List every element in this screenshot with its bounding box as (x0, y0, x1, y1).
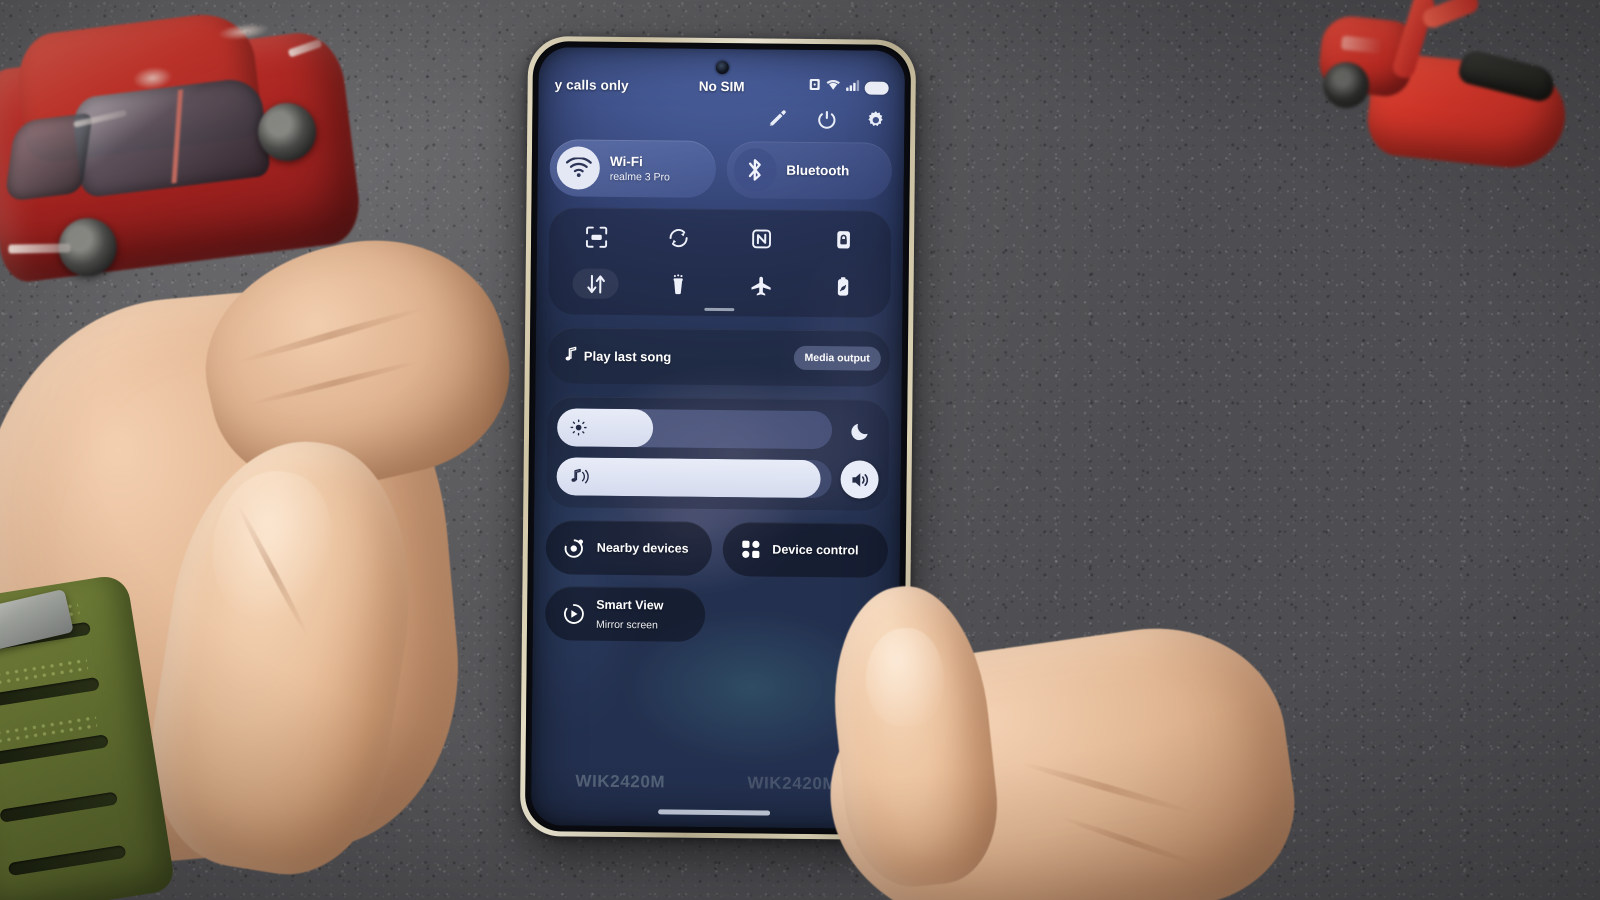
volume-slider[interactable] (556, 457, 832, 499)
nearby-devices-tile[interactable]: Nearby devices (545, 520, 712, 576)
nearby-share-icon (563, 536, 586, 559)
music-note-icon (565, 346, 577, 364)
volume-music-icon (569, 467, 591, 485)
flashlight-icon (673, 273, 684, 294)
smart-view-tile[interactable]: Smart View Mirror screen (544, 586, 706, 642)
grid-dots-icon (739, 538, 761, 560)
auto-rotate-toggle[interactable] (821, 224, 867, 254)
front-camera-icon (715, 60, 729, 75)
media-player-row[interactable]: Play last song Media output (547, 327, 891, 387)
pencil-icon (769, 110, 786, 127)
device-control-title: Device control (772, 542, 859, 558)
quick-settings-header-actions (766, 107, 886, 130)
sliders-panel (546, 396, 890, 511)
flashlight-toggle[interactable] (655, 269, 701, 299)
wifi-tile[interactable]: Wi-Fi realme 3 Pro (549, 139, 716, 198)
photo-scene: y calls only No SIM Wi-Fi realme 3 Pro B… (0, 0, 1600, 900)
media-title: Play last song (583, 348, 672, 365)
device-control-tile[interactable]: Device control (722, 522, 889, 578)
power-button[interactable] (815, 108, 837, 130)
brightness-slider-row (556, 408, 879, 450)
toggle-grid-panel (548, 207, 892, 318)
power-saving-toggle[interactable] (820, 271, 866, 301)
wifi-icon (826, 78, 841, 96)
battery-leaf-icon (838, 276, 849, 296)
volume-slider-row (556, 457, 879, 499)
signal-bars-icon (846, 78, 860, 96)
power-icon (817, 110, 835, 129)
toy-scooter (1271, 0, 1600, 191)
mobile-data-toggle[interactable] (572, 268, 620, 299)
airplane-mode-toggle[interactable] (738, 270, 784, 300)
nfc-toggle[interactable] (738, 223, 784, 253)
brightness-icon (570, 419, 587, 436)
toggle-grid (554, 221, 885, 301)
sync-icon (669, 228, 688, 247)
battery-icon (864, 81, 889, 95)
airplane-icon (751, 276, 771, 296)
media-output-button[interactable]: Media output (793, 345, 881, 371)
edit-button[interactable] (766, 107, 788, 129)
lock-rotation-icon (837, 230, 851, 248)
speaker-icon (851, 472, 868, 487)
nearby-devices-title: Nearby devices (596, 541, 689, 557)
dark-mode-button[interactable] (841, 411, 879, 449)
brightness-slider[interactable] (556, 408, 833, 450)
gear-icon (867, 110, 883, 126)
settings-button[interactable] (864, 109, 886, 131)
alarm-icon (809, 78, 821, 96)
bottom-tiles-row: Nearby devices Device control (545, 520, 889, 578)
smart-view-icon (562, 602, 585, 625)
scan-qr-toggle[interactable] (573, 221, 619, 251)
sound-mode-button[interactable] (840, 460, 879, 499)
wifi-icon (556, 146, 601, 190)
status-sim-text: No SIM (698, 78, 745, 94)
smart-view-title: Smart View (596, 597, 664, 613)
status-icons (769, 78, 889, 97)
qr-scan-icon (585, 226, 607, 248)
wifi-tile-subtitle: realme 3 Pro (609, 170, 670, 184)
panel-drag-handle[interactable] (704, 307, 735, 312)
moon-icon (850, 423, 868, 440)
connectivity-tiles-row: Wi-Fi realme 3 Pro Bluetooth (549, 139, 893, 200)
bluetooth-icon (733, 148, 777, 192)
bluetooth-tile-title: Bluetooth (786, 162, 850, 178)
smart-view-subtitle: Mirror screen (595, 618, 658, 632)
data-arrows-icon (587, 274, 605, 294)
sync-toggle[interactable] (656, 222, 702, 252)
status-bar: y calls only No SIM (539, 73, 905, 99)
status-carrier-text: y calls only (554, 76, 629, 93)
nfc-icon (751, 228, 771, 248)
bluetooth-tile[interactable]: Bluetooth (726, 141, 893, 200)
right-hand (812, 578, 1350, 900)
wifi-tile-title: Wi-Fi (609, 153, 643, 170)
